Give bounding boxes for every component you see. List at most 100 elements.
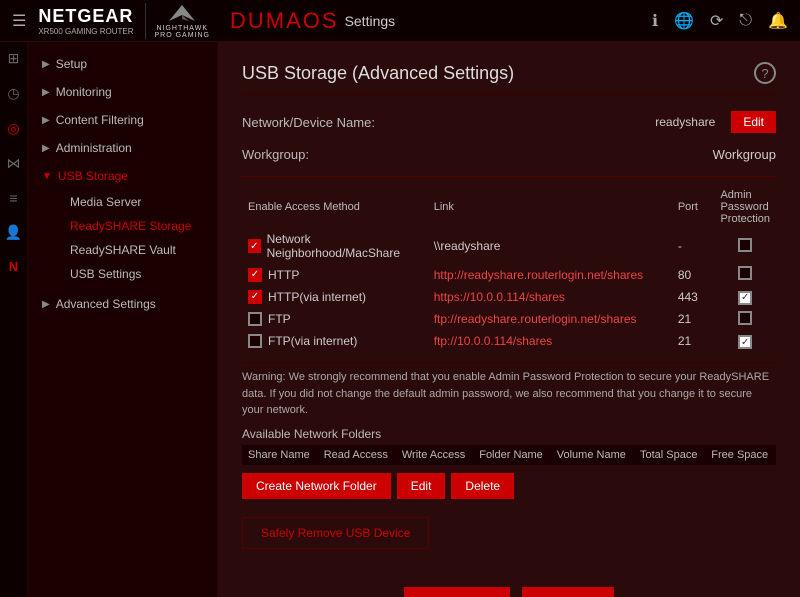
admin-cell-3: ✓ [714,286,776,308]
port-value-3: 443 [678,290,698,304]
sidebar-item-monitoring[interactable]: ▶ Monitoring [28,78,217,106]
col-port: Port [672,185,715,229]
method-cell: FTP(via internet) [242,331,428,353]
link-cell-4: ftp://readyshare.routerlogin.net/shares [428,308,672,331]
globe-icon[interactable]: 🌐 [674,11,694,31]
help-icon[interactable]: ? [754,62,776,84]
port-value-1: - [678,239,682,253]
brand-logo: ☰ NETGEAR XR500 GAMING ROUTER NIGHTHAWK … [12,3,210,39]
col-link: Link [428,185,672,229]
col-volume-name: Volume Name [551,445,634,465]
arrow-icon: ▶ [42,299,50,310]
edit-folder-button[interactable]: Edit [397,473,446,499]
folder-buttons-row: Create Network Folder Edit Delete [242,473,776,499]
table-row: ✓ HTTP(via internet) https://10.0.0.114/… [242,286,776,308]
sidebar-label-monitoring: Monitoring [56,85,112,99]
folders-table: Share Name Read Access Write Access Fold… [242,445,776,465]
link-cell-1: \\readyshare [428,229,672,263]
method-cell: ✓ Network Neighborhood/MacShare [242,229,428,263]
icon-list[interactable]: ≡ [9,190,17,206]
icon-n[interactable]: N [9,259,18,274]
dumaos-title: DUMAOS Settings [230,8,395,34]
sidebar-label-usb-storage: USB Storage [58,169,128,183]
sidebar-item-media-server[interactable]: Media Server [56,190,217,214]
sidebar-item-setup[interactable]: ▶ Setup [28,50,217,78]
sidebar-label-content-filtering: Content Filtering [56,113,144,127]
icon-network[interactable]: ⋈ [7,155,21,172]
port-value-2: 80 [678,268,691,282]
link-cell-5: ftp://10.0.0.114/shares [428,331,672,353]
settings-label: Settings [345,13,396,29]
icon-dashboard[interactable]: ⊞ [8,50,20,67]
table-row: ✓ HTTP http://readyshare.routerlogin.net… [242,263,776,286]
sidebar-item-administration[interactable]: ▶ Administration [28,134,217,162]
refresh-button[interactable]: Refresh [404,587,510,597]
col-read-access: Read Access [318,445,396,465]
enable-checkbox-1[interactable]: ✓ [248,239,261,253]
method-label: HTTP [268,268,299,282]
create-network-folder-button[interactable]: Create Network Folder [242,473,391,499]
admin-cell-1 [714,229,776,263]
sidebar-label-setup: Setup [56,57,87,71]
port-cell-1: - [672,229,715,263]
port-value-4: 21 [678,312,691,326]
bell-icon[interactable]: 🔔 [768,11,788,31]
model-text: XR500 GAMING ROUTER [38,27,133,36]
admin-checkbox-5[interactable]: ✓ [738,335,752,349]
port-cell-3: 443 [672,286,715,308]
col-free-space: Free Space [705,445,776,465]
divider [242,176,776,177]
admin-checkbox-2[interactable] [738,266,752,280]
network-name-label: Network/Device Name: [242,115,442,130]
arrow-icon: ▶ [42,143,50,154]
method-label: FTP [268,312,291,326]
sidebar-item-readyshare-storage[interactable]: ReadySHARE Storage [56,214,217,238]
workgroup-label: Workgroup: [242,147,442,162]
network-name-row: Network/Device Name: readyshare Edit [242,111,776,133]
enable-checkbox-2[interactable]: ✓ [248,268,262,282]
pro-gaming-text: PRO GAMING [154,32,210,39]
port-cell-2: 80 [672,263,715,286]
col-folder-name: Folder Name [473,445,551,465]
table-row: FTP ftp://readyshare.routerlogin.net/sha… [242,308,776,331]
hamburger-icon[interactable]: ☰ [12,11,26,31]
sidebar-item-readyshare-vault[interactable]: ReadySHARE Vault [56,238,217,262]
admin-checkbox-1[interactable] [738,238,752,252]
method-cell: ✓ HTTP(via internet) [242,286,428,308]
col-write-access: Write Access [396,445,473,465]
sidebar-item-content-filtering[interactable]: ▶ Content Filtering [28,106,217,134]
refresh-icon[interactable]: ⟳ [710,11,723,31]
col-share-name: Share Name [242,445,318,465]
enable-checkbox-4[interactable] [248,312,262,326]
admin-checkbox-3[interactable]: ✓ [738,291,752,305]
login-icon[interactable]: ⎋ [739,12,752,30]
available-folders-title: Available Network Folders [242,427,776,441]
icon-target[interactable]: ◎ [7,120,19,137]
workgroup-row: Workgroup: Workgroup [242,147,776,162]
method-cell: FTP [242,308,428,331]
page-header: USB Storage (Advanced Settings) ? [242,62,776,95]
link-value-2: http://readyshare.routerlogin.net/shares [434,268,643,282]
enable-checkbox-3[interactable]: ✓ [248,290,262,304]
edit-name-button[interactable]: Edit [731,111,776,133]
delete-folder-button[interactable]: Delete [451,473,514,499]
info-icon[interactable]: ℹ [652,11,658,31]
dumaos-brand: DUMAOS [230,8,339,34]
enable-checkbox-5[interactable] [248,334,262,348]
link-value-5: ftp://10.0.0.114/shares [434,334,553,348]
port-value-5: 21 [678,334,691,348]
topbar-icons: ℹ 🌐 ⟳ ⎋ 🔔 [652,11,788,31]
sidebar-item-usb-settings[interactable]: USB Settings [56,262,217,286]
icon-user[interactable]: 👤 [5,224,22,241]
icon-clock[interactable]: ◷ [7,85,19,102]
sidebar-item-advanced-settings[interactable]: ▶ Advanced Settings [28,290,217,318]
apply-button[interactable]: Apply [522,587,615,597]
method-cell: ✓ HTTP [242,263,428,286]
content-area: USB Storage (Advanced Settings) ? Networ… [218,42,800,597]
link-cell-3: https://10.0.0.114/shares [428,286,672,308]
sidebar-item-usb-storage[interactable]: ▼ USB Storage [28,162,217,190]
admin-checkbox-4[interactable] [738,311,752,325]
table-row: ✓ Network Neighborhood/MacShare \\readys… [242,229,776,263]
sidebar: ▶ Setup ▶ Monitoring ▶ Content Filtering… [28,42,218,597]
safely-remove-button[interactable]: Safely Remove USB Device [242,517,429,549]
